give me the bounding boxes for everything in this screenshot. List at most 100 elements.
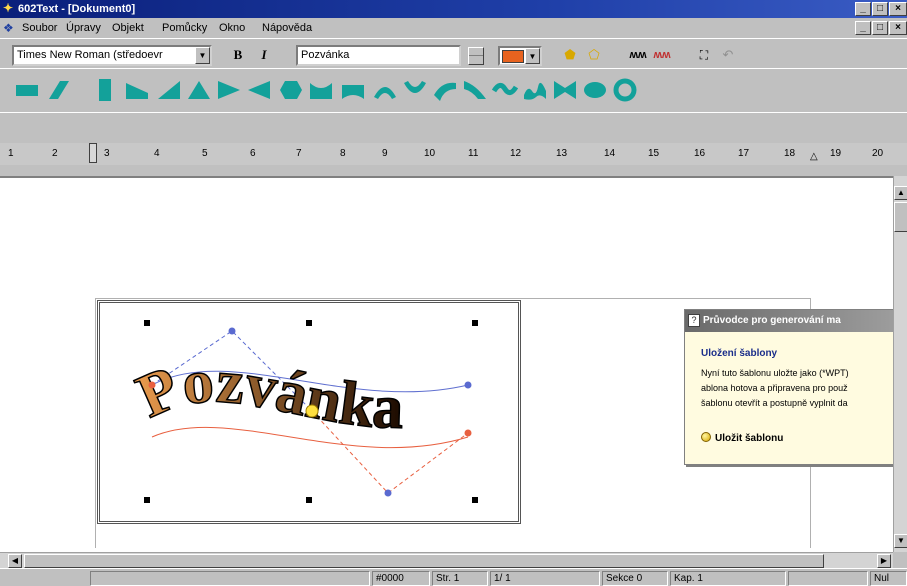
scroll-left-icon[interactable]: ◀ bbox=[8, 554, 22, 568]
bezier-handle[interactable] bbox=[148, 381, 156, 389]
save-template-link[interactable]: Uložit šablonu bbox=[701, 432, 783, 444]
shape-wave-down-icon[interactable] bbox=[308, 77, 334, 103]
menu-napoveda[interactable]: Nápověda bbox=[262, 22, 312, 34]
bezier-handle[interactable] bbox=[464, 429, 472, 437]
shape-tall-rectangle-icon[interactable] bbox=[92, 77, 118, 103]
fit-frame-icon[interactable]: ⛶ bbox=[694, 46, 714, 64]
shape-hexagon-icon[interactable] bbox=[278, 77, 304, 103]
shape-bowtie-icon[interactable] bbox=[552, 77, 578, 103]
ruler-label: 19 bbox=[830, 148, 842, 159]
bezier-handle[interactable] bbox=[464, 381, 472, 389]
maximize-button[interactable]: □ bbox=[872, 2, 888, 16]
letter-height-icon[interactable]: ʍʍ bbox=[652, 46, 672, 64]
center-handle[interactable] bbox=[305, 404, 319, 418]
status-color: #0000 bbox=[372, 571, 430, 586]
scroll-down-icon[interactable]: ▼ bbox=[894, 534, 907, 548]
save-template-label: Uložit šablonu bbox=[715, 433, 784, 444]
wizard-panel: Průvodce pro generování ma ? Uložení šab… bbox=[684, 309, 907, 465]
status-empty bbox=[90, 571, 370, 586]
status-section: Sekce 0 bbox=[602, 571, 668, 586]
shape-wave-icon[interactable] bbox=[492, 77, 518, 103]
shape-double-wave-icon[interactable] bbox=[522, 77, 548, 103]
ruler-label: 15 bbox=[648, 148, 660, 159]
menu-bar: ❖ Soubor Úpravy Objekt Pomůcky Okno Nápo… bbox=[0, 18, 907, 38]
ruler-label: 18 bbox=[784, 148, 796, 159]
status-chapter: Kap. 1 bbox=[670, 571, 786, 586]
shadow-off-icon[interactable]: ⬠ bbox=[584, 46, 604, 64]
document-icon[interactable]: ❖ bbox=[3, 21, 17, 35]
shadow-on-icon[interactable]: ⬟ bbox=[560, 46, 580, 64]
close-button[interactable]: × bbox=[889, 2, 907, 16]
shape-rectangle-icon[interactable] bbox=[14, 77, 40, 103]
doc-minimize-button[interactable]: _ bbox=[855, 21, 871, 35]
italic-button[interactable]: I bbox=[254, 46, 274, 64]
menu-upravy[interactable]: Úpravy bbox=[66, 22, 101, 34]
resize-handle[interactable] bbox=[144, 320, 150, 326]
bezier-handle[interactable] bbox=[384, 489, 392, 497]
ruler-label: 9 bbox=[382, 148, 388, 159]
window-title: 602Text - [Dokument0] bbox=[18, 3, 136, 15]
shape-ellipse-icon[interactable] bbox=[582, 77, 608, 103]
wizard-text-line: Nyní tuto šablonu uložte jako (*WPT) bbox=[701, 368, 849, 378]
ruler-right-margin-marker[interactable]: △ bbox=[810, 151, 818, 162]
doc-close-button[interactable]: × bbox=[889, 21, 907, 35]
shape-parallelogram-icon[interactable] bbox=[46, 77, 72, 103]
letter-spacing-icon[interactable]: ʍʍ bbox=[628, 46, 648, 64]
doc-restore-button[interactable]: □ bbox=[872, 21, 888, 35]
wordart-frame[interactable]: Pozvánka bbox=[97, 300, 521, 524]
shape-arrow-left-icon[interactable] bbox=[246, 77, 272, 103]
font-dropdown-arrow-icon[interactable]: ▼ bbox=[195, 47, 210, 64]
spin-button[interactable] bbox=[468, 47, 484, 65]
ruler-label: 17 bbox=[738, 148, 750, 159]
ruler-label: 8 bbox=[340, 148, 346, 159]
ruler-label: 4 bbox=[154, 148, 160, 159]
status-empty-2 bbox=[788, 571, 868, 586]
status-mode: Nul bbox=[870, 571, 907, 586]
resize-handle[interactable] bbox=[472, 497, 478, 503]
shape-ring-icon[interactable] bbox=[612, 77, 638, 103]
ruler-label: 13 bbox=[556, 148, 568, 159]
bezier-handle[interactable] bbox=[228, 327, 236, 335]
bold-button[interactable]: B bbox=[228, 46, 248, 64]
font-select[interactable]: Times New Roman (středoevr ▼ bbox=[12, 45, 212, 66]
ruler-indent-marker[interactable] bbox=[89, 143, 97, 163]
vertical-scrollbar[interactable]: ▲ ▼ bbox=[893, 176, 907, 552]
menu-pomucky[interactable]: Pomůcky bbox=[162, 22, 207, 34]
text-field[interactable]: Pozvánka bbox=[296, 45, 461, 66]
scroll-up-icon[interactable]: ▲ bbox=[894, 186, 907, 200]
minimize-button[interactable]: _ bbox=[855, 2, 871, 16]
menu-objekt[interactable]: Objekt bbox=[112, 22, 144, 34]
shape-wave-cup-icon[interactable] bbox=[340, 77, 366, 103]
rotate-icon[interactable]: ↶ bbox=[718, 46, 738, 64]
ruler-label: 14 bbox=[604, 148, 616, 159]
shape-arrow-right-icon[interactable] bbox=[216, 77, 242, 103]
ruler-label: 11 bbox=[468, 148, 479, 159]
status-page: Str. 1 bbox=[432, 571, 488, 586]
scroll-right-icon[interactable]: ▶ bbox=[877, 554, 891, 568]
horizontal-scrollbar[interactable]: ◀ ▶ bbox=[0, 552, 893, 568]
status-bar: #0000 Str. 1 1/ 1 Sekce 0 Kap. 1 Nul bbox=[0, 568, 907, 586]
shape-arch-down-icon[interactable] bbox=[402, 77, 428, 103]
scroll-thumb[interactable] bbox=[894, 202, 907, 232]
resize-handle[interactable] bbox=[144, 497, 150, 503]
resize-handle[interactable] bbox=[306, 497, 312, 503]
resize-handle[interactable] bbox=[472, 320, 478, 326]
wizard-heading: Uložení šablony bbox=[701, 348, 778, 359]
shape-trapezoid-icon[interactable] bbox=[124, 77, 150, 103]
scroll-thumb-horizontal[interactable] bbox=[24, 554, 824, 568]
menu-okno[interactable]: Okno bbox=[219, 22, 245, 34]
shape-arch-up-icon[interactable] bbox=[372, 77, 398, 103]
fill-dropdown-arrow-icon[interactable]: ▼ bbox=[525, 48, 540, 64]
resize-handle[interactable] bbox=[306, 320, 312, 326]
shape-right-triangle-icon[interactable] bbox=[156, 77, 182, 103]
title-bar: ✦ 602Text - [Dokument0] _ □ × bbox=[0, 0, 907, 18]
shape-slant-icon[interactable] bbox=[432, 77, 458, 103]
ruler-label: 5 bbox=[202, 148, 208, 159]
menu-soubor[interactable]: Soubor bbox=[22, 22, 57, 34]
ruler-strip[interactable]: 1 2 3 4 5 6 7 8 9 10 11 12 13 14 15 16 1… bbox=[0, 143, 907, 165]
shape-curve-icon[interactable] bbox=[462, 77, 488, 103]
shape-triangle-icon[interactable] bbox=[186, 77, 212, 103]
app-icon[interactable]: ✦ bbox=[3, 2, 16, 15]
ruler: 1 2 3 4 5 6 7 8 9 10 11 12 13 14 15 16 1… bbox=[0, 112, 907, 172]
fill-color-select[interactable]: ▼ bbox=[498, 46, 542, 66]
